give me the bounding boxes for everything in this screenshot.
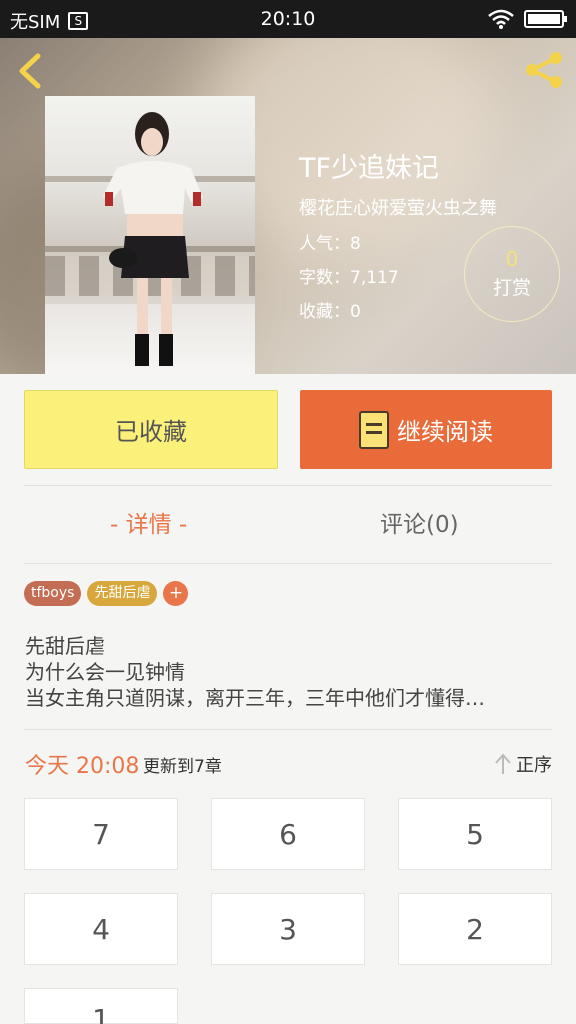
- book-title: TF少追妹记: [299, 153, 440, 184]
- word-count-stat: 字数：7,117: [299, 268, 399, 288]
- sort-button[interactable]: 正序: [494, 751, 552, 777]
- tab-comments[interactable]: 评论(0): [380, 505, 459, 539]
- tab-detail[interactable]: - 详情 -: [110, 505, 187, 539]
- arrow-up-icon: [495, 753, 511, 774]
- divider: [24, 485, 552, 486]
- status-icons: [488, 9, 567, 29]
- battery-icon: [524, 10, 567, 28]
- divider: [24, 729, 552, 730]
- collected-button[interactable]: 已收藏: [24, 390, 278, 469]
- chapter-button[interactable]: 2: [398, 893, 552, 965]
- cover-figure: [103, 112, 203, 366]
- book-header: TF少追妹记 樱花庄心妍爱萤火虫之舞 人气：8 字数：7,117 收藏：0 0 …: [0, 38, 576, 374]
- tag-list: tfboys 先甜后虐 +: [24, 581, 189, 606]
- description-line: 先甜后虐: [25, 634, 105, 658]
- description-line: 为什么会一见钟情: [25, 660, 185, 684]
- back-icon[interactable]: [14, 52, 48, 90]
- tag-chip[interactable]: tfboys: [24, 581, 82, 606]
- chapter-button[interactable]: 3: [211, 893, 365, 965]
- chapter-button[interactable]: 7: [24, 798, 178, 870]
- book-author[interactable]: 樱花庄心妍爱萤火虫之舞: [299, 194, 497, 220]
- continue-reading-button[interactable]: 继续阅读: [300, 390, 552, 469]
- update-time: 今天 20:08: [25, 754, 140, 779]
- status-bar: 无SIM S 20:10: [0, 0, 576, 38]
- continue-reading-label: 继续阅读: [397, 418, 493, 446]
- favorites-stat: 收藏：0: [299, 302, 361, 322]
- chapter-button[interactable]: 4: [24, 893, 178, 965]
- update-text: 更新到7章: [143, 757, 222, 777]
- book-description[interactable]: 先甜后虐 为什么会一见钟情 当女主角只道阴谋，离开三年，三年中他们才懂得…: [25, 633, 555, 711]
- book-cover: [45, 96, 255, 374]
- book-icon: [359, 410, 389, 449]
- chapter-button[interactable]: 1: [24, 988, 178, 1024]
- popularity-stat: 人气：8: [299, 234, 361, 254]
- description-line: 当女主角只道阴谋，离开三年，三年中他们才懂得…: [25, 686, 485, 710]
- reward-label: 打赏: [492, 277, 531, 299]
- reward-count: 0: [505, 247, 519, 271]
- reward-button[interactable]: 0 打赏: [464, 226, 560, 322]
- share-icon[interactable]: [522, 50, 566, 90]
- wifi-icon: [488, 9, 514, 29]
- tag-chip[interactable]: 先甜后虐: [87, 581, 158, 606]
- chapter-button[interactable]: 5: [398, 798, 552, 870]
- chapter-button[interactable]: 6: [211, 798, 365, 870]
- update-row: 今天 20:08 更新到7章 正序: [25, 748, 552, 779]
- collected-label: 已收藏: [115, 418, 187, 446]
- add-tag-button[interactable]: +: [163, 581, 189, 606]
- sort-label: 正序: [516, 755, 552, 776]
- divider: [24, 563, 552, 564]
